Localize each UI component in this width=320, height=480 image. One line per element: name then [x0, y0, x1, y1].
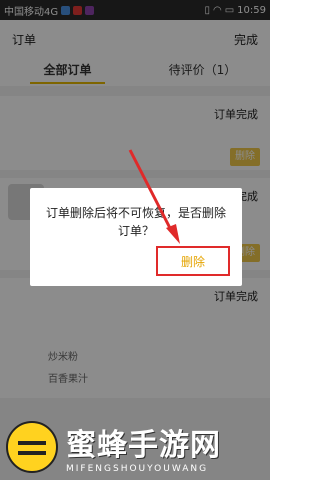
- bee-logo-icon: [6, 421, 58, 473]
- delete-confirm-dialog: 订单删除后将不可恢复，是否删除订单？ 删除: [30, 188, 242, 286]
- watermark-title: 蜜蜂手游网: [66, 428, 221, 463]
- watermark-subtitle: MIFENGSHOUYOUWANG: [66, 464, 209, 474]
- dialog-message: 订单删除后将不可恢复，是否删除订单？: [46, 206, 227, 238]
- confirm-label: 删除: [180, 254, 205, 269]
- watermark: 蜜蜂手游网 MIFENGSHOUYOUWANG: [0, 414, 270, 480]
- confirm-delete-button[interactable]: 删除: [156, 246, 230, 276]
- watermark-text: 蜜蜂手游网 MIFENGSHOUYOUWANG: [66, 420, 221, 474]
